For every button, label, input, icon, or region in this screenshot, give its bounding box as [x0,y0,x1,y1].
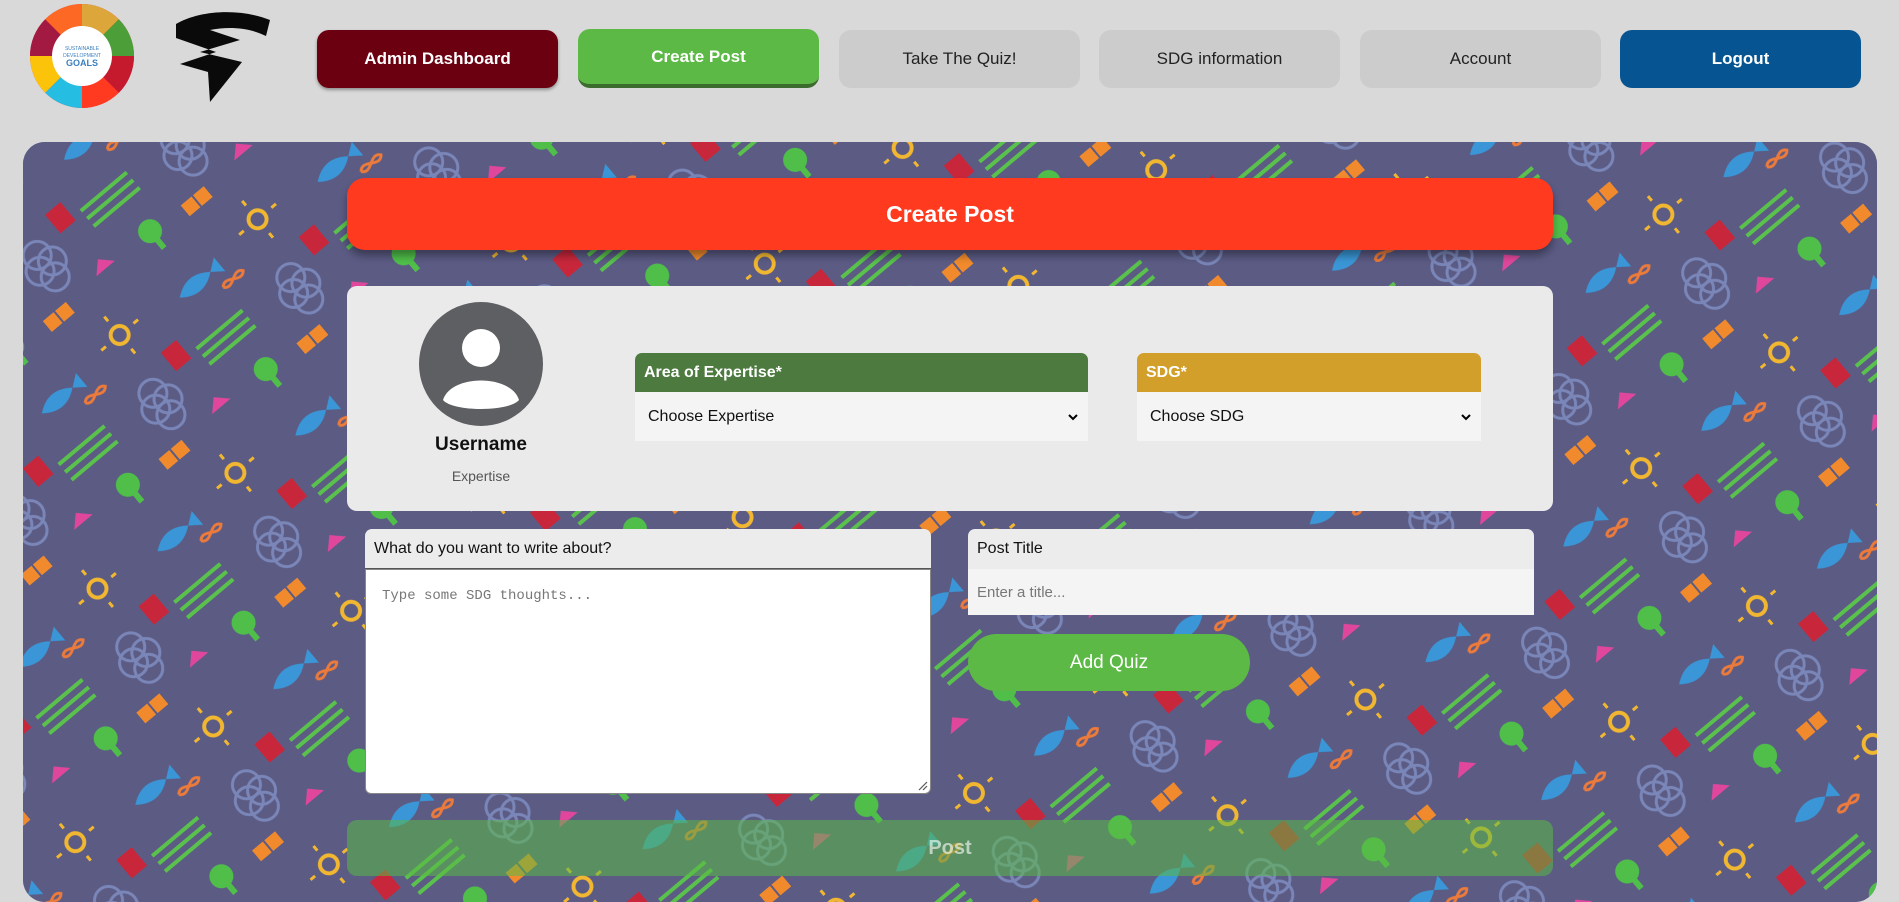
svg-text:SUSTAINABLE: SUSTAINABLE [65,46,100,52]
account-button[interactable]: Account [1360,30,1601,88]
create-post-banner: Create Post [347,178,1553,250]
chevron-down-icon [1068,413,1078,420]
sdg-information-button[interactable]: SDG information [1099,30,1340,88]
add-quiz-button[interactable]: Add Quiz [968,634,1250,691]
area-of-expertise-label: Area of Expertise* [635,353,1088,392]
sdg-wheel-logo[interactable]: SUSTAINABLE DEVELOPMENT GOALS [29,3,135,109]
logout-button[interactable]: Logout [1620,30,1861,88]
brand-logo[interactable] [170,6,275,104]
expertise-label: Expertise [451,468,511,484]
write-about-label: What do you want to write about? [365,529,931,569]
user-avatar-icon [419,302,543,426]
post-title-placeholder: Enter a title... [977,583,1066,601]
resize-grip-icon[interactable] [917,780,928,791]
post-title-input[interactable]: Enter a title... [968,569,1534,615]
admin-dashboard-button[interactable]: Admin Dashboard [317,30,558,88]
chevron-down-icon [1461,413,1471,420]
sdg-select[interactable]: Choose SDG [1137,392,1481,441]
svg-text:GOALS: GOALS [66,58,98,68]
sdg-label: SDG* [1137,353,1481,392]
expertise-select[interactable]: Choose Expertise [635,392,1088,441]
expertise-select-value: Choose Expertise [648,407,775,425]
post-body-placeholder: Type some SDG thoughts... [382,588,593,604]
post-body-textarea[interactable]: Type some SDG thoughts... [365,569,931,794]
take-quiz-button[interactable]: Take The Quiz! [839,30,1080,88]
create-post-button[interactable]: Create Post [578,29,819,88]
profile-card: Username Expertise Area of Expertise* Ch… [347,286,1553,511]
create-post-panel: Create Post Username Expertise Area of E… [23,142,1877,902]
post-button[interactable]: Post [347,820,1553,876]
top-navigation-bar: SUSTAINABLE DEVELOPMENT GOALS Admin Dash… [0,0,1899,119]
username-label: Username [435,434,527,455]
sdg-pattern-background [23,142,1877,902]
post-title-label: Post Title [968,529,1534,569]
sdg-select-value: Choose SDG [1150,407,1245,425]
